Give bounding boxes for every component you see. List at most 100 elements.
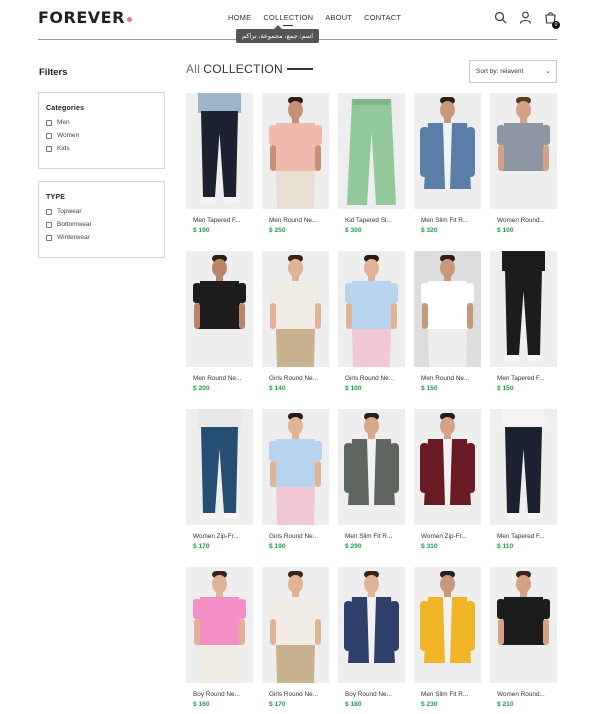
product-price: $ 200: [193, 385, 210, 392]
product-name[interactable]: Women Round...: [490, 691, 557, 698]
filter-option-winterwear[interactable]: Winterwear: [46, 234, 157, 241]
product-price: $ 100: [497, 227, 514, 234]
type-title: TYPE: [46, 194, 66, 201]
model-figure: [502, 251, 545, 361]
cart-icon[interactable]: 0: [544, 11, 560, 29]
filters-title[interactable]: Filters: [39, 67, 68, 78]
product-image[interactable]: [262, 567, 329, 683]
product-price: $ 190: [269, 543, 286, 550]
checkbox[interactable]: [46, 208, 52, 215]
product-card[interactable]: Women Zip-Fr... $ 170: [186, 409, 253, 558]
product-card[interactable]: Men Round Ne... $ 150: [414, 251, 481, 400]
logo-text[interactable]: FOREVER: [38, 8, 125, 27]
product-price: $ 140: [269, 385, 286, 392]
product-name[interactable]: Men Round Ne...: [186, 375, 253, 382]
checkbox[interactable]: [46, 221, 52, 228]
sort-select[interactable]: Sort by: relavent ⌄: [469, 60, 557, 83]
product-image[interactable]: [490, 251, 557, 367]
product-name[interactable]: Men Slim Fit R...: [338, 533, 405, 540]
filter-option-kids[interactable]: Kids: [46, 145, 157, 152]
product-image[interactable]: [262, 93, 329, 209]
product-image[interactable]: [414, 567, 481, 683]
checkbox[interactable]: [46, 234, 52, 241]
product-card[interactable]: Kid Tapered Sl... $ 300: [338, 93, 405, 242]
search-icon[interactable]: [494, 11, 507, 24]
product-name[interactable]: Girls Round Ne...: [262, 691, 329, 698]
product-name[interactable]: Men Tapered F...: [490, 375, 557, 382]
product-image[interactable]: [414, 251, 481, 367]
filter-label: Bottomwear: [57, 221, 92, 228]
product-image[interactable]: [490, 93, 557, 209]
filter-option-topwear[interactable]: Topwear: [46, 208, 157, 215]
model-figure: [420, 413, 475, 505]
product-card[interactable]: Men Slim Fit R... $ 230: [414, 567, 481, 714]
product-image[interactable]: [490, 567, 557, 683]
product-name[interactable]: Women Zip-Fr...: [414, 533, 481, 540]
product-image[interactable]: [186, 409, 253, 525]
product-image[interactable]: [186, 251, 253, 367]
checkbox[interactable]: [46, 119, 52, 126]
logo[interactable]: FOREVER: [38, 8, 132, 27]
nav-collection[interactable]: COLLECTION: [263, 13, 313, 22]
model-figure: [193, 571, 246, 683]
product-card[interactable]: Women Zip-Fr... $ 310: [414, 409, 481, 558]
product-price: $ 290: [345, 543, 362, 550]
product-card[interactable]: Men Round Ne... $ 200: [186, 251, 253, 400]
collection-title: All COLLECTION: [186, 62, 313, 76]
product-name[interactable]: Girls Round Ne...: [262, 375, 329, 382]
product-image[interactable]: [262, 251, 329, 367]
product-name[interactable]: Women Round...: [490, 217, 557, 224]
product-image[interactable]: [262, 409, 329, 525]
profile-icon[interactable]: [519, 11, 532, 24]
product-name[interactable]: Girls Round Ne...: [338, 375, 405, 382]
product-card[interactable]: Men Slim Fit R... $ 290: [338, 409, 405, 558]
product-card[interactable]: Men Slim Fit R... $ 320: [414, 93, 481, 242]
product-card[interactable]: Men Tapered F... $ 110: [490, 409, 557, 558]
product-card[interactable]: Girls Round Ne... $ 100: [338, 251, 405, 400]
nav-contact[interactable]: CONTACT: [364, 13, 401, 22]
product-card[interactable]: Girls Round Ne... $ 140: [262, 251, 329, 400]
product-name[interactable]: Men Slim Fit R...: [414, 217, 481, 224]
title-all: All: [186, 62, 201, 76]
product-name[interactable]: Boy Round Ne...: [338, 691, 405, 698]
model-figure: [193, 255, 246, 367]
product-name[interactable]: Men Slim Fit R...: [414, 691, 481, 698]
product-image[interactable]: [338, 93, 405, 209]
product-name[interactable]: Women Zip-Fr...: [186, 533, 253, 540]
checkbox[interactable]: [46, 145, 52, 152]
nav-home[interactable]: HOME: [228, 13, 251, 22]
product-name[interactable]: Men Round Ne...: [414, 375, 481, 382]
product-card[interactable]: Women Round... $ 210: [490, 567, 557, 714]
product-image[interactable]: [338, 409, 405, 525]
filter-option-women[interactable]: Women: [46, 132, 157, 139]
product-card[interactable]: Women Round... $ 100: [490, 93, 557, 242]
product-card[interactable]: Girls Round Ne... $ 170: [262, 567, 329, 714]
product-image[interactable]: [338, 251, 405, 367]
product-card[interactable]: Boy Round Ne... $ 160: [186, 567, 253, 714]
model-figure: [269, 571, 322, 683]
product-image[interactable]: [338, 567, 405, 683]
product-card[interactable]: Girls Round Ne... $ 190: [262, 409, 329, 558]
nav-about[interactable]: ABOUT: [325, 13, 352, 22]
model-figure: [347, 99, 396, 205]
product-image[interactable]: [186, 567, 253, 683]
product-image[interactable]: [186, 93, 253, 209]
product-card[interactable]: Men Tapered F... $ 150: [490, 251, 557, 400]
product-image[interactable]: [414, 409, 481, 525]
product-name[interactable]: Girls Round Ne...: [262, 533, 329, 540]
product-name[interactable]: Men Round Ne...: [262, 217, 329, 224]
product-name[interactable]: Boy Round Ne...: [186, 691, 253, 698]
product-image[interactable]: [490, 409, 557, 525]
product-card[interactable]: Boy Round Ne... $ 180: [338, 567, 405, 714]
filter-option-men[interactable]: Men: [46, 119, 157, 126]
product-price: $ 180: [345, 701, 362, 708]
checkbox[interactable]: [46, 132, 52, 139]
product-name[interactable]: Men Tapered F...: [490, 533, 557, 540]
product-name[interactable]: Kid Tapered Sl...: [338, 217, 405, 224]
product-card[interactable]: Men Tapered F... $ 190: [186, 93, 253, 242]
product-image[interactable]: [414, 93, 481, 209]
filter-option-bottomwear[interactable]: Bottomwear: [46, 221, 157, 228]
model-figure: [420, 97, 475, 189]
product-card[interactable]: Men Round Ne... $ 250: [262, 93, 329, 242]
product-name[interactable]: Men Tapered F...: [186, 217, 253, 224]
